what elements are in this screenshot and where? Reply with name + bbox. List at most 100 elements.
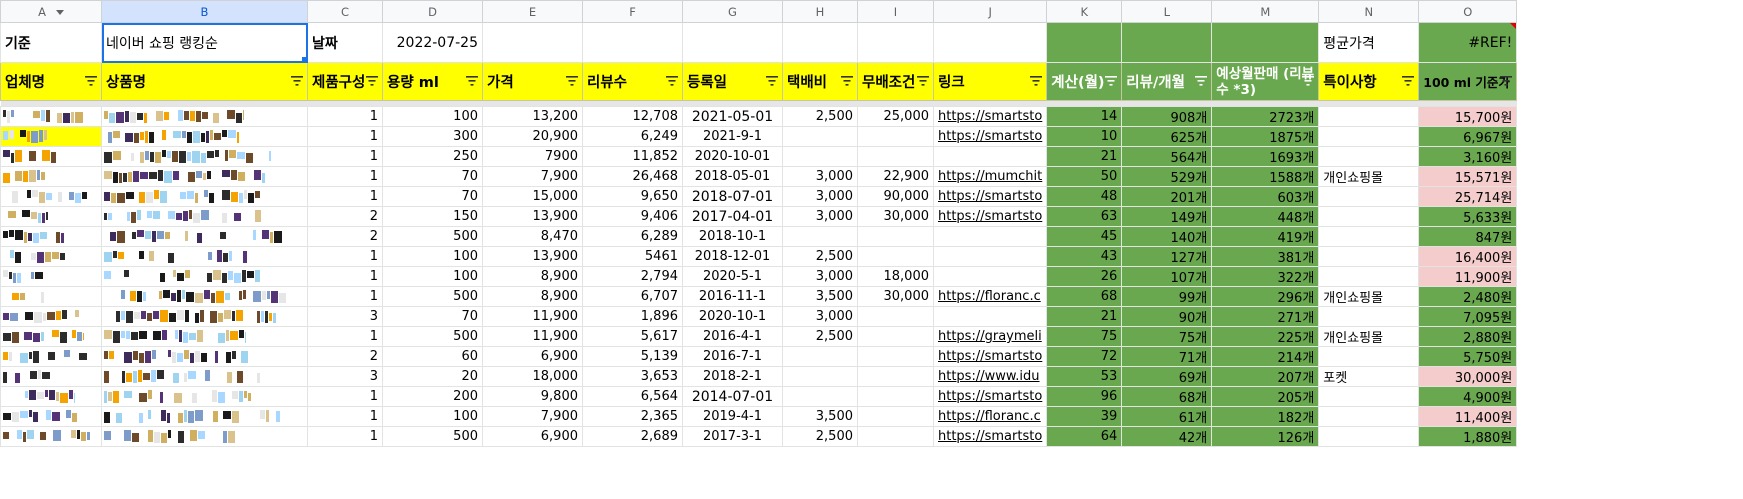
price-cell[interactable]: 8,900 — [482, 266, 583, 287]
price-per-100ml-cell[interactable]: 30,000원 — [1418, 366, 1518, 387]
free-shipping-cell[interactable] — [857, 406, 934, 427]
column-header-m[interactable]: M — [1211, 0, 1320, 23]
est-monthly-sales-cell[interactable]: 225개 — [1211, 326, 1320, 347]
price-cell[interactable]: 7,900 — [482, 406, 583, 427]
filter-icon[interactable] — [1195, 76, 1208, 86]
ranking-criteria-cell[interactable]: 네이버 쇼핑 랭킹순 — [101, 22, 308, 63]
free-shipping-cell[interactable]: 30,000 — [857, 286, 934, 307]
price-per-100ml-cell[interactable]: 5,750원 — [1418, 346, 1518, 367]
date-label[interactable]: 날짜 — [307, 22, 383, 63]
cell-l1[interactable] — [1121, 22, 1213, 63]
company-cell[interactable] — [0, 166, 102, 187]
volume-cell[interactable]: 100 — [382, 106, 483, 127]
filter-icon[interactable] — [1500, 76, 1513, 86]
notes-cell[interactable] — [1318, 346, 1420, 367]
header-shipping[interactable]: 택배비 — [782, 62, 858, 101]
registered-date-cell[interactable]: 2017-04-01 — [682, 206, 783, 227]
months-cell[interactable]: 53 — [1046, 366, 1123, 387]
company-cell[interactable] — [0, 426, 102, 447]
months-cell[interactable]: 50 — [1046, 166, 1123, 187]
review-count-cell[interactable]: 6,707 — [582, 286, 683, 307]
link-cell[interactable]: https://smartsto — [932, 386, 1048, 407]
product-cell[interactable] — [101, 186, 308, 207]
column-header-f[interactable]: F — [582, 0, 683, 23]
months-cell[interactable]: 45 — [1046, 226, 1123, 247]
composition-cell[interactable]: 1 — [307, 126, 383, 147]
product-cell[interactable] — [101, 326, 308, 347]
price-cell[interactable]: 13,900 — [482, 246, 583, 267]
filter-icon[interactable] — [841, 76, 853, 86]
registered-date-cell[interactable]: 2018-07-01 — [682, 186, 783, 207]
registered-date-cell[interactable]: 2016-7-1 — [682, 346, 783, 367]
product-cell[interactable] — [101, 126, 308, 147]
cell-h1[interactable] — [782, 22, 858, 63]
header-volume[interactable]: 용량 ml — [382, 62, 483, 101]
est-monthly-sales-cell[interactable]: 182개 — [1211, 406, 1320, 427]
free-shipping-cell[interactable]: 90,000 — [857, 186, 934, 207]
notes-cell[interactable]: 포켓 — [1318, 366, 1420, 387]
free-shipping-cell[interactable]: 22,900 — [857, 166, 934, 187]
composition-cell[interactable]: 1 — [307, 426, 383, 447]
column-header-h[interactable]: H — [782, 0, 858, 23]
review-count-cell[interactable]: 5,617 — [582, 326, 683, 347]
notes-cell[interactable]: 개인쇼핑몰 — [1318, 166, 1420, 187]
chevron-down-icon[interactable] — [55, 9, 64, 15]
spreadsheet-grid[interactable]: ABCDEFGHIJKLMNO 기준 네이버 쇼핑 랭킹순 날짜 2022-07… — [0, 0, 1518, 447]
volume-cell[interactable]: 300 — [382, 126, 483, 147]
registered-date-cell[interactable]: 2018-05-01 — [682, 166, 783, 187]
months-cell[interactable]: 64 — [1046, 426, 1123, 447]
header-company[interactable]: 업체명 — [0, 62, 102, 101]
cell-i1[interactable] — [857, 22, 934, 63]
product-cell[interactable] — [101, 306, 308, 327]
company-cell[interactable] — [0, 126, 102, 147]
link-cell[interactable]: https://smartsto — [932, 186, 1048, 207]
reviews-per-month-cell[interactable]: 75개 — [1121, 326, 1213, 347]
price-per-100ml-cell[interactable]: 7,095원 — [1418, 306, 1518, 327]
months-cell[interactable]: 21 — [1046, 146, 1123, 167]
header-link[interactable]: 링크 — [932, 62, 1048, 101]
composition-cell[interactable]: 2 — [307, 346, 383, 367]
est-monthly-sales-cell[interactable]: 419개 — [1211, 226, 1320, 247]
cell-k1[interactable] — [1046, 22, 1123, 63]
column-header-a[interactable]: A — [0, 0, 102, 23]
est-monthly-sales-cell[interactable]: 1875개 — [1211, 126, 1320, 147]
column-header-n[interactable]: N — [1318, 0, 1420, 23]
reviews-per-month-cell[interactable]: 69개 — [1121, 366, 1213, 387]
link-cell[interactable]: https://mumchit — [932, 166, 1048, 187]
review-count-cell[interactable]: 11,852 — [582, 146, 683, 167]
months-cell[interactable]: 75 — [1046, 326, 1123, 347]
price-cell[interactable]: 7900 — [482, 146, 583, 167]
free-shipping-cell[interactable] — [857, 246, 934, 267]
review-count-cell[interactable]: 6,564 — [582, 386, 683, 407]
shipping-cost-cell[interactable]: 3,000 — [782, 166, 858, 187]
link-cell[interactable]: https://smartsto — [932, 126, 1048, 147]
price-cell[interactable]: 13,200 — [482, 106, 583, 127]
volume-cell[interactable]: 100 — [382, 266, 483, 287]
free-shipping-cell[interactable]: 30,000 — [857, 206, 934, 227]
notes-cell[interactable] — [1318, 106, 1420, 127]
shipping-cost-cell[interactable]: 3,000 — [782, 306, 858, 327]
product-cell[interactable] — [101, 426, 308, 447]
price-per-100ml-cell[interactable]: 4,900원 — [1418, 386, 1518, 407]
company-cell[interactable] — [0, 366, 102, 387]
link-cell[interactable]: https://www.idu — [932, 366, 1048, 387]
est-monthly-sales-cell[interactable]: 448개 — [1211, 206, 1320, 227]
composition-cell[interactable]: 2 — [307, 206, 383, 227]
company-cell[interactable] — [0, 286, 102, 307]
company-cell[interactable] — [0, 186, 102, 207]
company-cell[interactable] — [0, 206, 102, 227]
notes-cell[interactable] — [1318, 386, 1420, 407]
composition-cell[interactable]: 2 — [307, 226, 383, 247]
price-cell[interactable]: 7,900 — [482, 166, 583, 187]
volume-cell[interactable]: 500 — [382, 426, 483, 447]
filter-icon[interactable] — [366, 76, 378, 86]
registered-date-cell[interactable]: 2016-4-1 — [682, 326, 783, 347]
composition-cell[interactable]: 1 — [307, 166, 383, 187]
volume-cell[interactable]: 250 — [382, 146, 483, 167]
price-cell[interactable]: 13,900 — [482, 206, 583, 227]
filter-icon[interactable] — [291, 76, 303, 86]
reviews-per-month-cell[interactable]: 529개 — [1121, 166, 1213, 187]
registered-date-cell[interactable]: 2021-05-01 — [682, 106, 783, 127]
composition-cell[interactable]: 1 — [307, 146, 383, 167]
composition-cell[interactable]: 1 — [307, 386, 383, 407]
